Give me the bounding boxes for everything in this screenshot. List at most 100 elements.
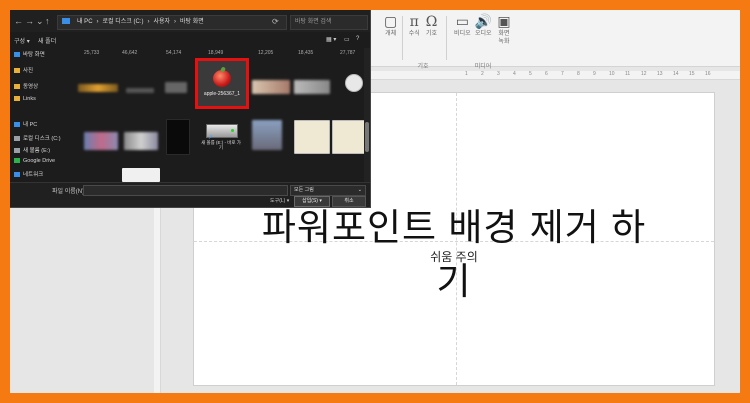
sidebar-item-label: 로컬 디스크 (C:) (23, 136, 61, 142)
object-label: 개체 (385, 31, 397, 37)
sidebar-item-label: 내 PC (23, 122, 38, 128)
file-thumbnail[interactable] (84, 132, 118, 150)
forward-arrow-icon[interactable]: → (25, 16, 34, 26)
file-thumbnail[interactable] (124, 132, 158, 150)
media-group-caption: 미디어 (474, 64, 492, 70)
breadcrumb-part[interactable]: 바탕 화면 (180, 19, 204, 25)
file-thumbnail[interactable] (165, 82, 187, 93)
scrollbar-thumb[interactable] (365, 122, 369, 152)
equation-button[interactable]: π 수식 (409, 14, 420, 38)
file-size-label: 18,435 (298, 50, 314, 56)
ribbon-separator (446, 16, 447, 60)
object-icon: ▢ (384, 14, 398, 30)
view-options-icon[interactable]: ▦ ▾ (326, 36, 336, 43)
ruler-tick-label: 15 (689, 71, 695, 77)
apple-image-icon (213, 70, 231, 87)
ribbon-separator (402, 16, 403, 60)
sidebar-item-label: 사진 (23, 68, 34, 74)
file-thumbnail[interactable] (166, 119, 190, 155)
audio-button[interactable]: 🔊 오디오 (475, 14, 492, 38)
folder-icon (14, 68, 20, 74)
slide-subtitle[interactable]: 쉬움 주의 (354, 248, 554, 265)
search-input[interactable]: 바탕 화면 검색 (290, 15, 368, 30)
new-folder-button[interactable]: 새 폴더 (38, 36, 56, 45)
sidebar-item[interactable]: Google Drive (14, 158, 55, 164)
selected-file-apple[interactable]: apple-256367_1 (195, 58, 249, 109)
breadcrumb-separator: › (174, 19, 177, 25)
sidebar-item[interactable]: 네트워크 (14, 170, 43, 178)
file-size-label: 12,205 (258, 50, 274, 56)
organize-button[interactable]: 구성 ▾ (14, 36, 30, 45)
sidebar-item[interactable]: 내 PC (14, 120, 37, 128)
drive-led (231, 129, 234, 132)
vertical-scrollbar[interactable] (364, 48, 370, 182)
audio-label: 오디오 (475, 31, 492, 37)
video-label: 비디오 (454, 31, 471, 37)
tools-button[interactable]: 도구(L) ▾ (270, 197, 289, 204)
file-thumbnail[interactable] (252, 120, 282, 150)
insert-picture-dialog: ← → ⌄ ↑ 내 PC › 로컬 디스크 (C:) › 사용자 › 바탕 화면 ⟳ 바탕 … (10, 10, 371, 208)
file-size-label: 54,174 (166, 50, 182, 56)
navigation-pane: 바탕 화면사진동영상 Links 내 PC 로컬 디스크 (C:) 새 볼륨 (E:) G… (10, 48, 61, 188)
address-bar[interactable]: 내 PC › 로컬 디스크 (C:) › 사용자 › 바탕 화면 (57, 15, 287, 30)
ruler-tick-label: 8 (577, 71, 580, 77)
file-thumbnail[interactable] (294, 120, 330, 154)
up-arrow-icon[interactable]: ↑ (45, 16, 50, 26)
ruler-tick-label: 3 (497, 71, 500, 77)
video-icon: ▭ (455, 14, 469, 30)
sidebar-item[interactable]: 새 볼륨 (E:) (14, 146, 50, 154)
filename-input[interactable] (83, 185, 288, 196)
insert-button[interactable]: 삽입(S) ▾ (294, 196, 330, 207)
refresh-icon[interactable]: ⟳ (272, 17, 279, 26)
folder-icon (14, 172, 20, 178)
folder-icon (14, 84, 20, 90)
file-thumbnail[interactable] (294, 80, 330, 94)
sidebar-item[interactable]: 동영상 (14, 82, 38, 90)
file-thumbnail[interactable] (78, 84, 118, 92)
help-icon[interactable]: ? (356, 36, 359, 42)
sidebar-item[interactable]: 사진 (14, 66, 33, 74)
preview-pane-icon[interactable]: ▭ (344, 36, 350, 43)
breadcrumb-separator: › (96, 19, 99, 25)
file-thumbnail[interactable] (332, 120, 368, 154)
video-button[interactable]: ▭ 비디오 (454, 14, 471, 38)
object-button[interactable]: ▢ 개체 (384, 14, 397, 38)
file-size-label: 18,949 (208, 50, 224, 56)
sidebar-item[interactable]: 바탕 화면 (14, 50, 45, 58)
orange-frame: ▢ 개체 π 수식 Ω 기호 기호 ▭ 비디오 🔊 오디오 ▣ 화면 녹화 미디… (0, 0, 750, 403)
filetype-select[interactable]: 모든 그림 ⌄ (290, 185, 366, 196)
dialog-toolbar: 구성 ▾ 새 폴더 ▦ ▾ ▭ ? (10, 32, 370, 48)
drive-shortcut-label: 새 볼륨 (E:) - 바로 가기 (201, 140, 241, 150)
chevron-down-icon[interactable]: ⌄ (36, 16, 44, 27)
sidebar-item-label: Links (23, 96, 36, 102)
back-arrow-icon[interactable]: ← (14, 16, 23, 26)
sidebar-item[interactable]: 로컬 디스크 (C:) (14, 134, 61, 142)
screen-record-icon: ▣ (497, 14, 511, 30)
ruler-tick-label: 13 (657, 71, 663, 77)
file-size-label: 27,787 (340, 50, 356, 56)
screen-recording-button[interactable]: ▣ 화면 녹화 (496, 14, 512, 46)
folder-icon (14, 96, 20, 102)
folder-icon (14, 52, 20, 58)
breadcrumb-separator: › (147, 19, 150, 25)
breadcrumb-part[interactable]: 로컬 디스크 (C:) (103, 19, 144, 25)
file-thumbnail[interactable] (252, 80, 290, 94)
equation-label: 수식 (408, 31, 420, 37)
sidebar-item[interactable]: Links (14, 96, 36, 102)
file-thumbnail[interactable] (122, 168, 160, 182)
clock-icon[interactable] (345, 74, 363, 92)
ribbon-symbols-group: π 수식 Ω 기호 기호 (404, 14, 442, 70)
sidebar-item-label: 바탕 화면 (23, 52, 45, 58)
ribbon-object-group: ▢ 개체 (380, 14, 401, 38)
file-thumbnail[interactable] (126, 88, 154, 93)
folder-icon (14, 122, 20, 128)
omega-icon: Ω (425, 14, 438, 30)
breadcrumb-part[interactable]: 내 PC (77, 19, 93, 25)
breadcrumb-part[interactable]: 사용자 (153, 19, 170, 25)
symbol-button[interactable]: Ω 기호 (426, 14, 438, 38)
ruler-tick-label: 2 (481, 71, 484, 77)
search-placeholder: 바탕 화면 검색 (295, 19, 332, 25)
ruler-tick-label: 1 (465, 71, 468, 77)
folder-icon (14, 148, 20, 154)
cancel-button[interactable]: 취소 (332, 196, 366, 207)
